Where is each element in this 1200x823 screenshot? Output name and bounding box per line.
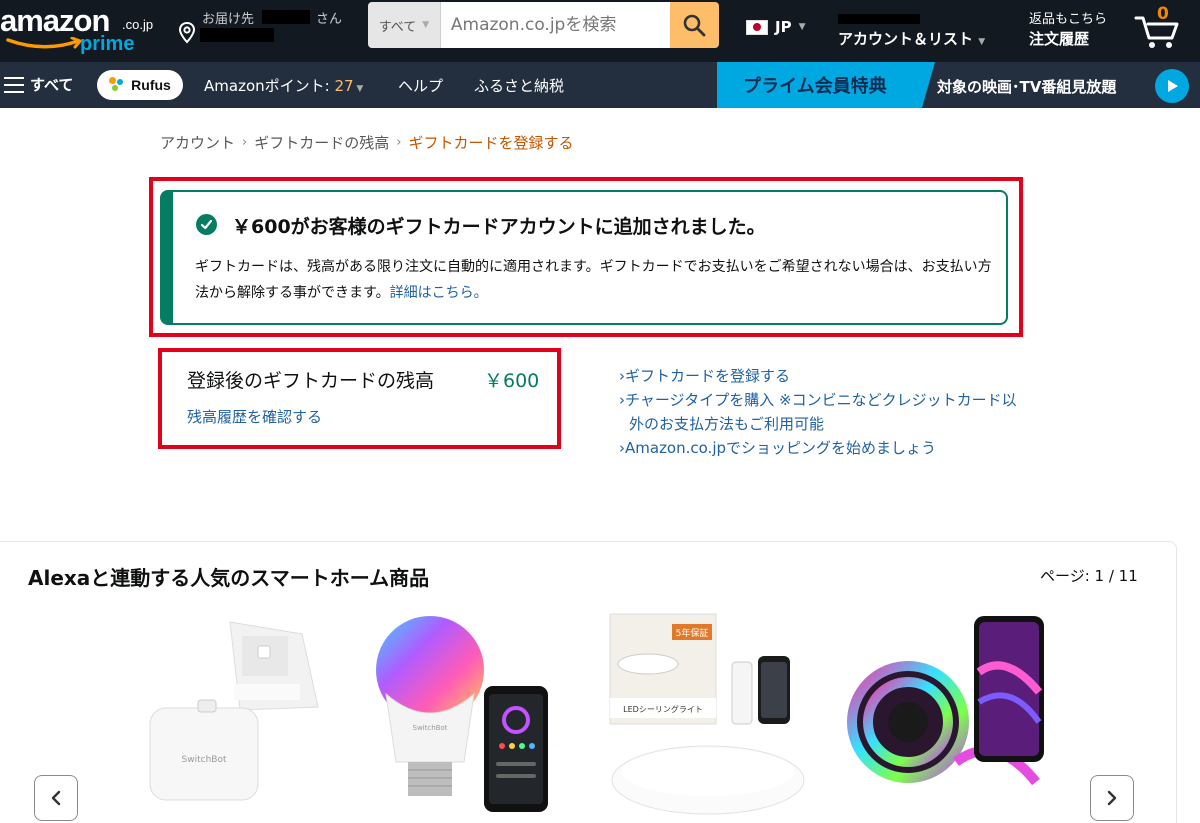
search-icon	[684, 14, 706, 37]
carousel-title: Alexaと連動する人気のスマートホーム商品	[28, 566, 430, 590]
cart-icon	[1134, 16, 1179, 48]
success-alert: ￥600がお客様のギフトカードアカウントに追加されました。 ギフトカードは、残高…	[160, 190, 1008, 325]
breadcrumb-separator: ›	[396, 135, 402, 150]
location-pin-icon	[178, 22, 196, 44]
redacted-name	[262, 10, 310, 24]
prime-promo-banner[interactable]: プライム会員特典 対象の映画･TV番組見放題	[717, 62, 1200, 108]
play-icon	[1155, 69, 1189, 103]
caret-down-icon: ▼	[353, 84, 364, 94]
product-image	[847, 616, 1044, 786]
logo-prime: prime	[80, 33, 135, 55]
balance-amount: ￥600	[484, 370, 540, 392]
amazon-prime-logo[interactable]: amazon .co.jp prime	[0, 3, 165, 59]
nav-belt: amazon .co.jp prime お届け先 さん すべて ▼ Amazon…	[0, 0, 1200, 62]
carousel-next-button[interactable]	[1090, 775, 1134, 821]
alert-title: ￥600がお客様のギフトカードアカウントに追加されました。	[232, 216, 766, 238]
caret-down-icon: ▼	[422, 20, 430, 30]
quick-links: ›ギフトカードを登録する ›チャージタイプを購入 ※コンビニなどクレジットカード…	[619, 364, 1029, 460]
chevron-right-icon	[1107, 790, 1117, 806]
language-selector[interactable]: JP ▼	[746, 18, 806, 36]
nav-help[interactable]: ヘルプ	[398, 75, 443, 96]
points-value: 27	[334, 77, 354, 95]
check-circle-icon	[196, 214, 217, 235]
breadcrumb-account[interactable]: アカウント	[160, 132, 235, 153]
returns-label: 返品もこちら	[1029, 12, 1108, 27]
product-card[interactable]: 5年保証 LEDシーリングライト	[608, 612, 808, 822]
rufus-button[interactable]: Rufus	[97, 70, 183, 100]
search-category-label: すべて	[378, 19, 417, 35]
cart[interactable]: 0	[1134, 4, 1194, 54]
link-start-shopping[interactable]: ›Amazon.co.jpでショッピングを始めましょう	[619, 436, 1029, 460]
all-menu-label: すべて	[30, 76, 74, 94]
redacted-account-name	[838, 14, 920, 24]
orders-label: 注文履歴	[1029, 30, 1090, 48]
carousel-prev-button[interactable]	[34, 775, 78, 821]
returns-orders[interactable]: 返品もこちら 注文履歴	[1029, 6, 1129, 54]
japan-flag-icon	[746, 19, 768, 35]
logo-domain: .co.jp	[122, 17, 154, 32]
points-label: Amazonポイント:	[204, 77, 335, 95]
search-bar: すべて ▼	[368, 2, 719, 48]
product-image: SwitchBot	[376, 616, 548, 812]
product-card[interactable]: SwitchBot	[372, 612, 552, 822]
product-overlay-text: 5年保証	[676, 627, 709, 639]
all-menu-button[interactable]: すべて	[4, 74, 73, 95]
product-card[interactable]	[846, 612, 1046, 822]
product-card[interactable]: SwitchBot	[120, 612, 320, 812]
caret-down-icon: ▼	[978, 37, 986, 47]
alert-body: ギフトカードは、残高がある限り注文に自動的に適用されます。ギフトカードでお支払い…	[195, 254, 995, 306]
prime-promo-text: 対象の映画･TV番組見放題	[937, 78, 1117, 96]
deliver-to[interactable]: お届け先 さん	[178, 6, 358, 56]
account-lists-label: アカウント＆リスト ▼	[838, 28, 985, 49]
alert-body-text: ギフトカードは、残高がある限り注文に自動的に適用されます。ギフトカードでお支払い…	[195, 259, 992, 301]
nav-furusato[interactable]: ふるさと納税	[474, 75, 564, 96]
nav-points[interactable]: Amazonポイント: 27 ▼	[204, 75, 363, 96]
hamburger-icon	[4, 76, 24, 93]
product-carousel: Alexaと連動する人気のスマートホーム商品 ページ: 1 / 11 Switc…	[0, 541, 1177, 823]
carousel-page-indicator: ページ: 1 / 11	[1040, 567, 1138, 585]
chevron-left-icon	[51, 790, 61, 806]
redacted-address	[200, 28, 274, 42]
logo-smile-icon	[6, 37, 82, 49]
rufus-label: Rufus	[131, 77, 171, 93]
nav-main: すべて Rufus Amazonポイント: 27 ▼ ヘルプ ふるさと納税 プラ…	[0, 62, 1200, 108]
deliver-label: お届け先	[202, 12, 255, 27]
link-buy-charge-type[interactable]: ›チャージタイプを購入 ※コンビニなどクレジットカード以外のお支払方法もご利用可…	[619, 388, 1029, 436]
details-link[interactable]: 詳細はこちら。	[390, 285, 488, 301]
link-register-gift-card[interactable]: ›ギフトカードを登録する	[619, 364, 1029, 388]
product-image: 5年保証 LEDシーリングライト	[609, 613, 805, 815]
account-lists-menu[interactable]: アカウント＆リスト ▼	[838, 6, 1013, 54]
search-button[interactable]	[669, 2, 719, 48]
breadcrumb-separator: ›	[242, 135, 248, 150]
breadcrumb-gift-balance[interactable]: ギフトカードの残高	[254, 132, 389, 153]
rufus-icon	[109, 77, 125, 93]
search-input[interactable]	[440, 2, 670, 48]
breadcrumb: アカウント › ギフトカードの残高 › ギフトカードを登録する	[160, 132, 573, 153]
product-brand-label: SwitchBot	[413, 724, 448, 732]
highlight-frame	[158, 348, 561, 449]
product-brand-label: SwitchBot	[182, 755, 227, 765]
balance-label: 登録後のギフトカードの残高	[187, 370, 435, 392]
search-category-dropdown[interactable]: すべて ▼	[368, 2, 441, 48]
breadcrumb-current: ギフトカードを登録する	[408, 134, 574, 152]
prime-badge: プライム会員特典	[717, 62, 935, 108]
deliver-honorific: さん	[316, 12, 343, 27]
product-name-label: LEDシーリングライト	[623, 704, 703, 714]
product-image: SwitchBot	[120, 612, 320, 812]
caret-down-icon: ▼	[798, 22, 806, 32]
language-code: JP	[775, 18, 792, 36]
account-lists-text: アカウント＆リスト	[838, 30, 974, 48]
balance-history-link[interactable]: 残高履歴を確認する	[187, 406, 322, 427]
